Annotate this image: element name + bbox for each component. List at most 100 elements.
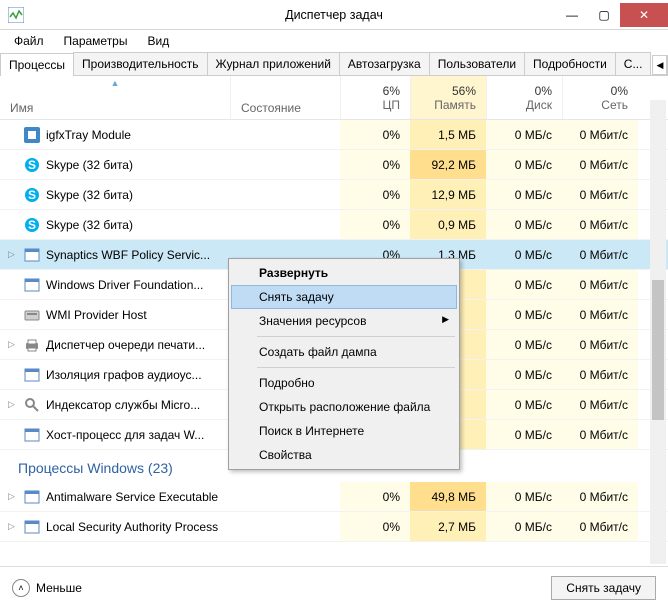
process-icon: S bbox=[24, 157, 40, 173]
disk-cell: 0 МБ/с bbox=[486, 482, 562, 511]
cpu-cell: 0% bbox=[340, 512, 410, 541]
process-name: Skype (32 бита) bbox=[46, 188, 133, 202]
process-row[interactable]: SSkype (32 бита)0%0,9 МБ0 МБ/с0 Мбит/с bbox=[0, 210, 668, 240]
process-name: WMI Provider Host bbox=[46, 308, 147, 322]
app-icon bbox=[8, 7, 24, 23]
process-row[interactable]: SSkype (32 бита)0%92,2 МБ0 МБ/с0 Мбит/с bbox=[0, 150, 668, 180]
process-icon bbox=[24, 427, 40, 443]
network-cell: 0 Мбит/с bbox=[562, 150, 638, 179]
process-icon bbox=[24, 337, 40, 353]
disk-cell: 0 МБ/с bbox=[486, 180, 562, 209]
tab-performance[interactable]: Производительность bbox=[73, 52, 207, 75]
menu-item[interactable]: Поиск в Интернете bbox=[231, 419, 457, 443]
svg-text:S: S bbox=[28, 158, 36, 172]
chevron-up-icon: ˄ bbox=[12, 579, 30, 597]
cpu-cell: 0% bbox=[340, 180, 410, 209]
tab-services[interactable]: С... bbox=[615, 52, 652, 75]
tab-users[interactable]: Пользователи bbox=[429, 52, 525, 75]
process-icon: S bbox=[24, 187, 40, 203]
titlebar: Диспетчер задач — ▢ ✕ bbox=[0, 0, 668, 30]
process-name: Synaptics WBF Policy Servic... bbox=[46, 248, 210, 262]
cpu-cell: 0% bbox=[340, 482, 410, 511]
disk-cell: 0 МБ/с bbox=[486, 390, 562, 419]
memory-cell: 49,8 МБ bbox=[410, 482, 486, 511]
svg-text:S: S bbox=[28, 188, 36, 202]
vertical-scrollbar[interactable] bbox=[650, 100, 666, 564]
network-cell: 0 Мбит/с bbox=[562, 390, 638, 419]
disk-cell: 0 МБ/с bbox=[486, 120, 562, 149]
maximize-button[interactable]: ▢ bbox=[588, 3, 620, 27]
process-icon bbox=[24, 489, 40, 505]
col-memory[interactable]: 56%Память bbox=[410, 76, 486, 119]
scrollbar-thumb[interactable] bbox=[652, 280, 664, 420]
menu-view[interactable]: Вид bbox=[139, 32, 177, 50]
menu-item[interactable]: Подробно bbox=[231, 371, 457, 395]
menu-item[interactable]: Открыть расположение файла bbox=[231, 395, 457, 419]
process-icon bbox=[24, 127, 40, 143]
disk-cell: 0 МБ/с bbox=[486, 270, 562, 299]
menu-item[interactable]: Значения ресурсов▶ bbox=[231, 309, 457, 333]
expand-icon[interactable]: ▷ bbox=[8, 339, 18, 350]
process-icon bbox=[24, 397, 40, 413]
col-disk[interactable]: 0%Диск bbox=[486, 76, 562, 119]
process-name: Skype (32 бита) bbox=[46, 218, 133, 232]
tab-app-history[interactable]: Журнал приложений bbox=[207, 52, 340, 75]
end-task-button[interactable]: Снять задачу bbox=[551, 576, 656, 600]
expand-icon[interactable]: ▷ bbox=[8, 399, 18, 410]
memory-cell: 12,9 МБ bbox=[410, 180, 486, 209]
expand-icon[interactable]: ▷ bbox=[8, 521, 18, 532]
menu-item[interactable]: Свойства bbox=[231, 443, 457, 467]
col-network[interactable]: 0%Сеть bbox=[562, 76, 638, 119]
menu-item[interactable]: Развернуть bbox=[231, 261, 457, 285]
memory-cell: 2,7 МБ bbox=[410, 512, 486, 541]
col-cpu[interactable]: 6%ЦП bbox=[340, 76, 410, 119]
minimize-button[interactable]: — bbox=[556, 3, 588, 27]
menu-file[interactable]: Файл bbox=[6, 32, 52, 50]
disk-cell: 0 МБ/с bbox=[486, 360, 562, 389]
process-name: Skype (32 бита) bbox=[46, 158, 133, 172]
process-row[interactable]: ▷ Local Security Authority Process 0%2,7 М… bbox=[0, 512, 668, 542]
process-name: Antimalware Service Executable bbox=[46, 490, 218, 504]
disk-cell: 0 МБ/с bbox=[486, 240, 562, 269]
process-name: Изоляция графов аудиоус... bbox=[46, 368, 202, 382]
menu-options[interactable]: Параметры bbox=[56, 32, 136, 50]
process-row[interactable]: S Skype (32 бита) 0%12,9 МБ0 МБ/с0 Мбит/с bbox=[0, 180, 668, 210]
col-state[interactable]: Состояние bbox=[230, 76, 340, 119]
memory-cell: 92,2 МБ bbox=[410, 150, 486, 179]
memory-cell: 0,9 МБ bbox=[410, 210, 486, 239]
context-menu: РазвернутьСнять задачуЗначения ресурсов▶… bbox=[228, 258, 460, 470]
col-name[interactable]: ▲ Имя bbox=[0, 76, 230, 119]
process-name: Local Security Authority Process bbox=[46, 520, 218, 534]
process-name: Windows Driver Foundation... bbox=[46, 278, 203, 292]
process-icon bbox=[24, 367, 40, 383]
network-cell: 0 Мбит/с bbox=[562, 120, 638, 149]
menubar: Файл Параметры Вид bbox=[0, 30, 668, 52]
process-name: Диспетчер очереди печати... bbox=[46, 338, 205, 352]
tab-processes[interactable]: Процессы bbox=[0, 53, 74, 76]
network-cell: 0 Мбит/с bbox=[562, 180, 638, 209]
menu-item[interactable]: Создать файл дампа bbox=[231, 340, 457, 364]
disk-cell: 0 МБ/с bbox=[486, 330, 562, 359]
menu-item[interactable]: Снять задачу bbox=[231, 285, 457, 309]
svg-text:S: S bbox=[28, 218, 36, 232]
close-button[interactable]: ✕ bbox=[620, 3, 668, 27]
sort-indicator-icon: ▲ bbox=[111, 78, 120, 88]
process-row[interactable]: ▷ Antimalware Service Executable 0%49,8 МБ… bbox=[0, 482, 668, 512]
disk-cell: 0 МБ/с bbox=[486, 210, 562, 239]
expand-icon[interactable]: ▷ bbox=[8, 249, 18, 260]
network-cell: 0 Мбит/с bbox=[562, 270, 638, 299]
disk-cell: 0 МБ/с bbox=[486, 512, 562, 541]
cpu-cell: 0% bbox=[340, 210, 410, 239]
expand-icon[interactable]: ▷ bbox=[8, 491, 18, 502]
network-cell: 0 Мбит/с bbox=[562, 360, 638, 389]
process-name: Индексатор службы Micro... bbox=[46, 398, 200, 412]
network-cell: 0 Мбит/с bbox=[562, 300, 638, 329]
window-title: Диспетчер задач bbox=[285, 8, 383, 22]
submenu-arrow-icon: ▶ bbox=[442, 314, 449, 325]
tab-startup[interactable]: Автозагрузка bbox=[339, 52, 430, 75]
tabs: Процессы Производительность Журнал прило… bbox=[0, 52, 668, 76]
fewer-details-button[interactable]: ˄ Меньше bbox=[12, 579, 82, 597]
tab-details[interactable]: Подробности bbox=[524, 52, 616, 75]
tabs-scroll-left[interactable]: ◀ bbox=[652, 55, 667, 75]
process-row[interactable]: igfxTray Module0%1,5 МБ0 МБ/с0 Мбит/с bbox=[0, 120, 668, 150]
